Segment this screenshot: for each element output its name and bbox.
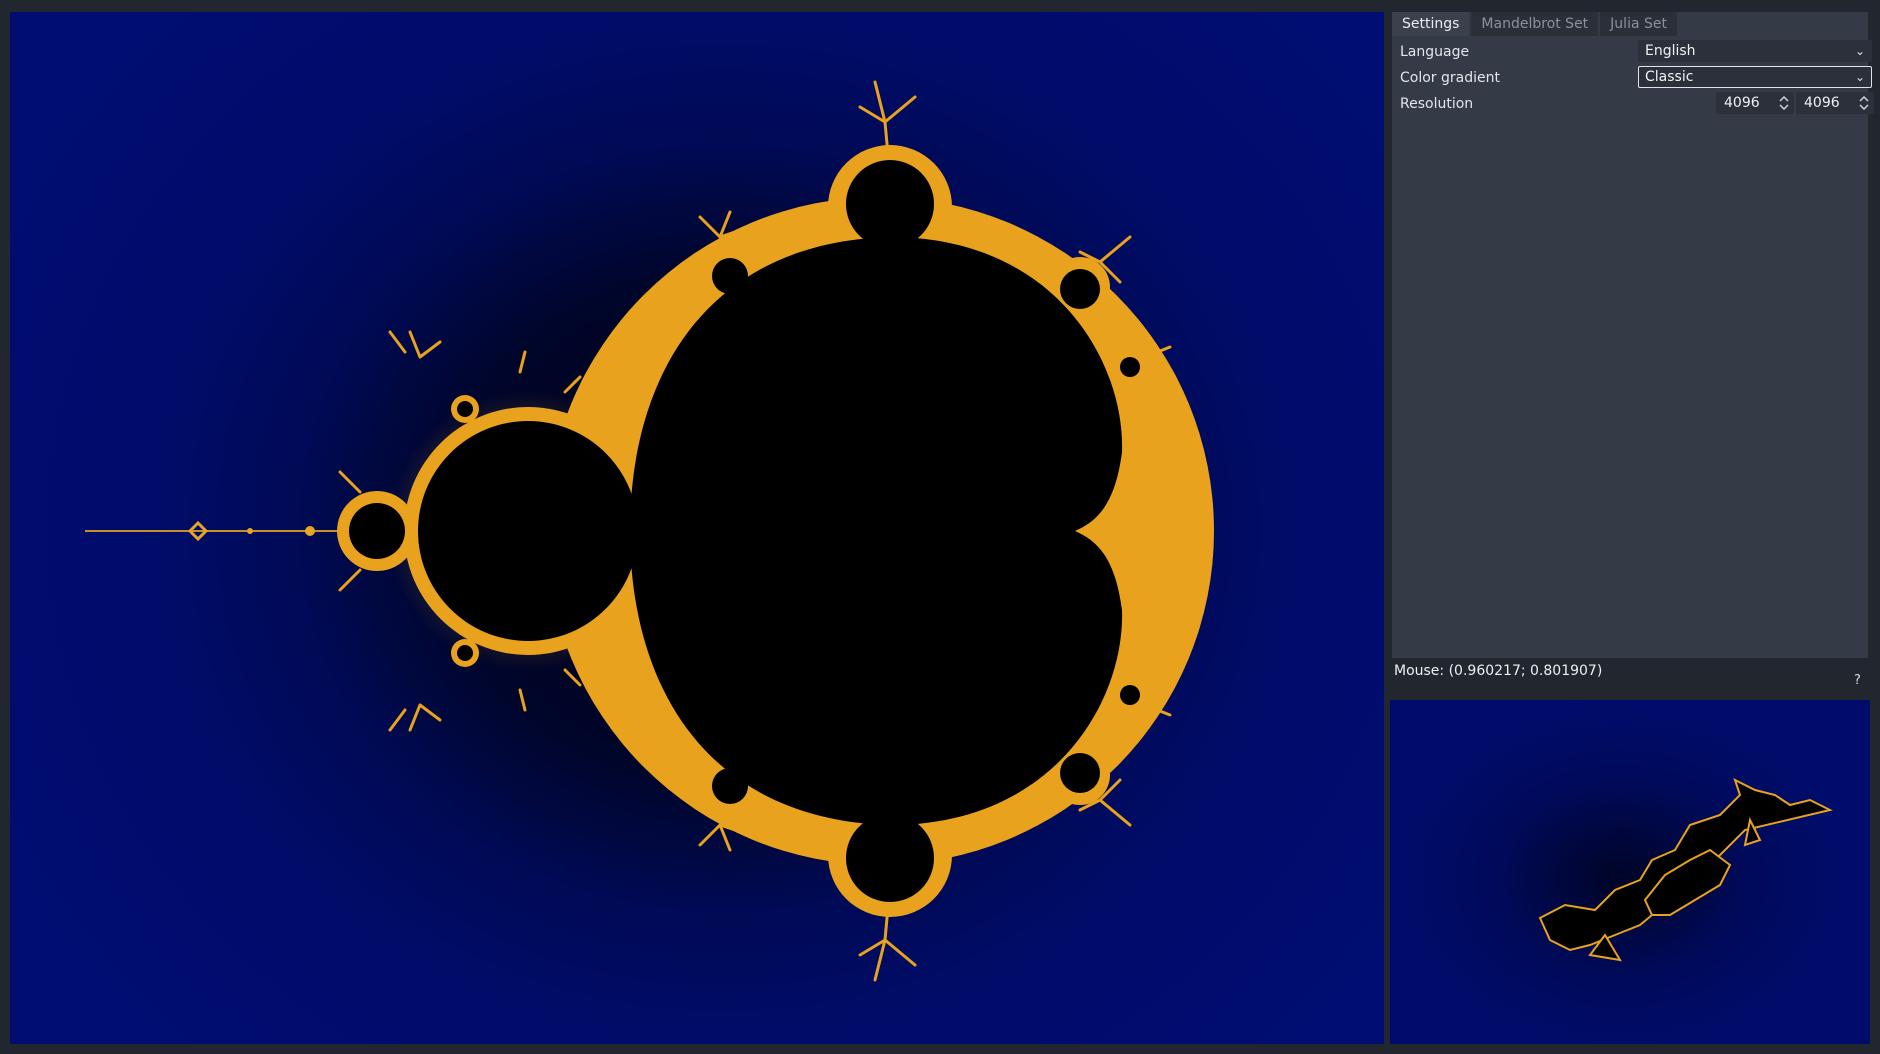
language-label: Language — [1400, 44, 1470, 60]
settings-panel: Settings Mandelbrot Set Julia Set Langua… — [1392, 12, 1874, 658]
color-gradient-label: Color gradient — [1400, 70, 1500, 86]
resolution-height-value: 4096 — [1804, 95, 1840, 111]
color-gradient-value: Classic — [1645, 69, 1694, 85]
resolution-label: Resolution — [1400, 96, 1474, 112]
chevron-down-icon: ⌄ — [1854, 70, 1865, 84]
resolution-row: Resolution 4096 4096 — [1400, 92, 1874, 116]
color-gradient-select[interactable]: Classic ⌄ — [1638, 66, 1872, 88]
tab-bar: Settings Mandelbrot Set Julia Set — [1392, 12, 1679, 36]
language-select[interactable]: English ⌄ — [1638, 40, 1872, 62]
color-gradient-row: Color gradient Classic ⌄ — [1400, 66, 1872, 90]
resolution-height-spinbox[interactable]: 4096 — [1796, 92, 1874, 114]
tab-julia-set[interactable]: Julia Set — [1600, 12, 1677, 36]
up-down-arrows-icon[interactable] — [1778, 94, 1790, 112]
language-row: Language English ⌄ — [1400, 40, 1872, 64]
mouse-coordinates: Mouse: (0.960217; 0.801907) — [1394, 663, 1603, 679]
up-down-arrows-icon[interactable] — [1858, 94, 1870, 112]
resolution-width-value: 4096 — [1724, 95, 1760, 111]
tab-settings[interactable]: Settings — [1392, 12, 1470, 36]
mandelbrot-viewport[interactable] — [10, 12, 1384, 1044]
language-value: English — [1645, 43, 1696, 59]
tab-mandelbrot-set[interactable]: Mandelbrot Set — [1471, 12, 1599, 36]
resolution-width-spinbox[interactable]: 4096 — [1716, 92, 1794, 114]
julia-preview[interactable] — [1390, 700, 1870, 1044]
mandelbrot-set-image — [85, 80, 1214, 982]
julia-set-image — [1538, 778, 1833, 962]
chevron-down-icon: ⌄ — [1854, 44, 1865, 58]
help-button[interactable]: ? — [1854, 673, 1861, 688]
